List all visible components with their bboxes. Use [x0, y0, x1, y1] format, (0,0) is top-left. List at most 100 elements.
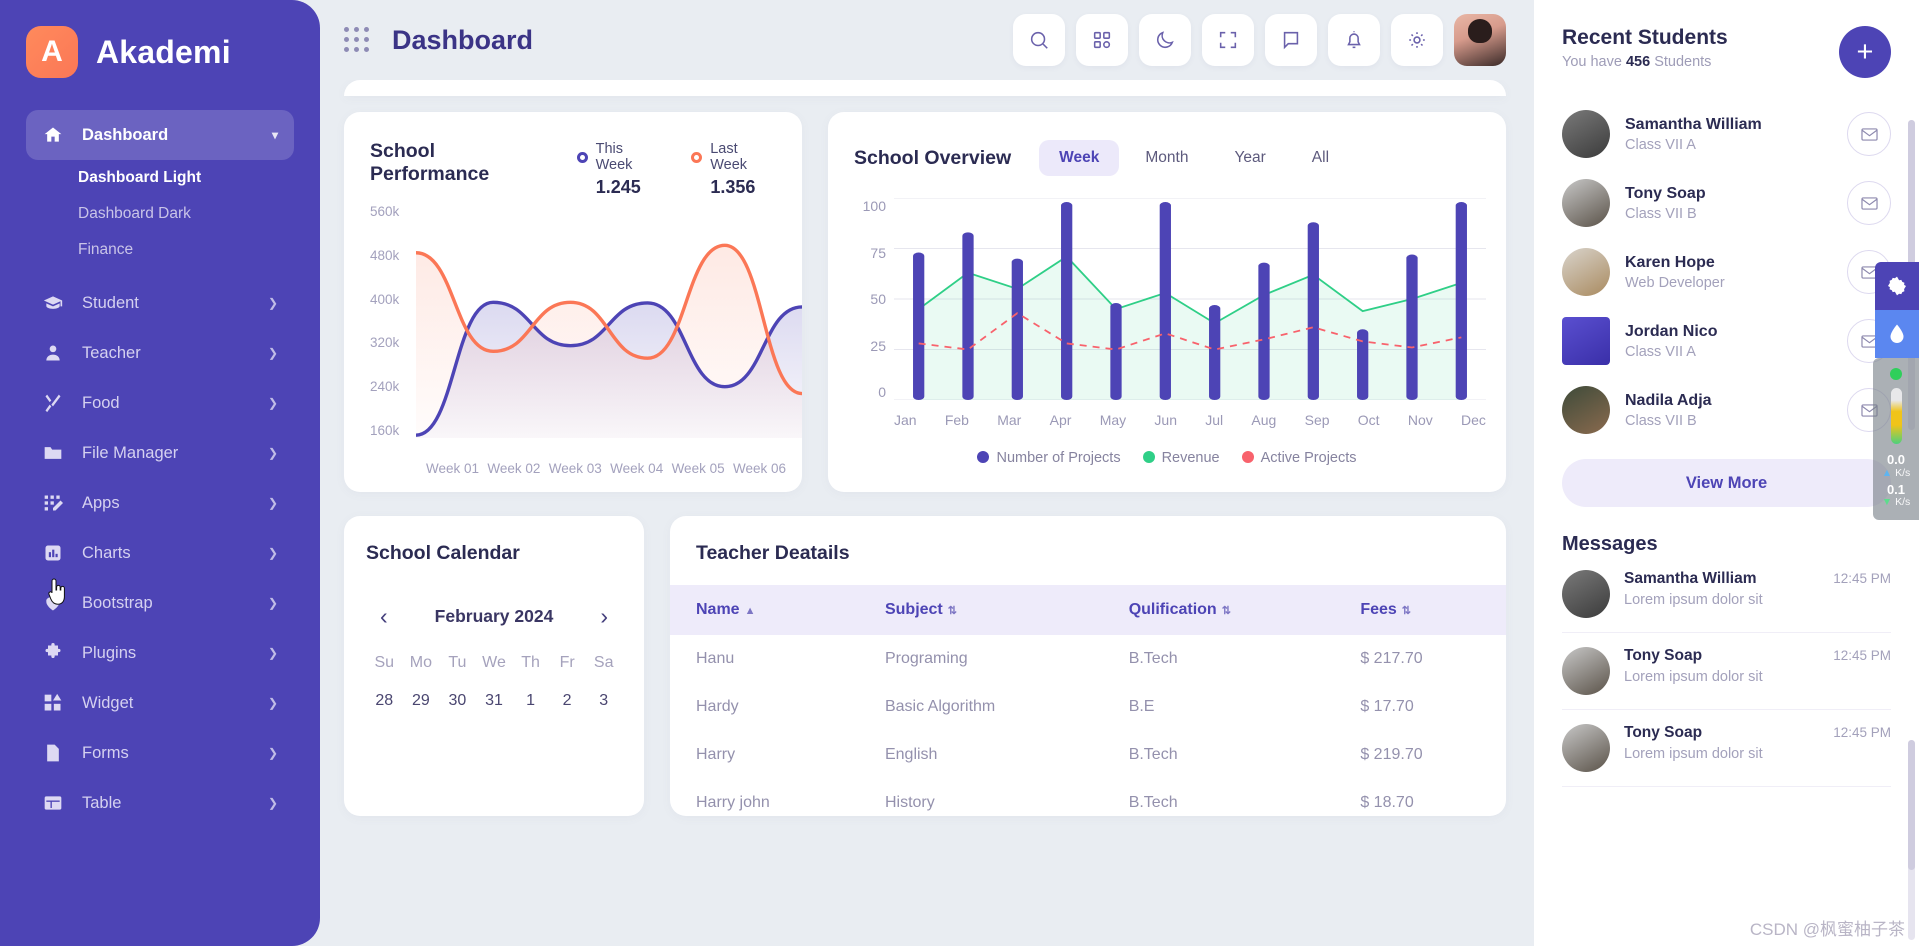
recent-students-header: Recent Students You have 456 Students + — [1562, 26, 1891, 78]
sidebar-item-charts[interactable]: Charts ❯ — [26, 528, 294, 578]
tab-all[interactable]: All — [1292, 140, 1349, 176]
add-student-button[interactable]: + — [1839, 26, 1891, 78]
message-body: Tony Soap 12:45 PM Lorem ipsum dolor sit — [1624, 724, 1891, 772]
x-tick: Week 03 — [548, 461, 602, 476]
column-header-subject[interactable]: Subject ⇅ — [859, 585, 1103, 635]
upload-unit: ▲ K/s — [1877, 467, 1915, 479]
calendar-day[interactable]: 3 — [585, 676, 622, 714]
messages-scrollbar[interactable] — [1908, 740, 1915, 940]
table-row[interactable]: Harry john History B.Tech $ 18.70 — [670, 779, 1506, 816]
sidebar-item-file-manager[interactable]: File Manager ❯ — [26, 428, 294, 478]
teacher-qualification: B.Tech — [1128, 746, 1178, 763]
page-title: Dashboard — [392, 24, 534, 55]
calendar-day[interactable]: 28 — [366, 676, 403, 714]
overview-x-axis: Jan Feb Mar Apr May Jun Jul Aug Sep Oct Nov Dec — [894, 412, 1486, 428]
gear-icon — [1888, 276, 1906, 296]
calendar-day[interactable]: 31 — [476, 676, 513, 714]
avatar — [1562, 386, 1610, 434]
y-tick: 400k — [370, 291, 400, 307]
network-monitor-widget[interactable]: 0.0 ▲ K/s 0.1 ▼ K/s — [1873, 358, 1919, 521]
sidebar-subitem-dashboard-dark[interactable]: Dashboard Dark — [0, 196, 320, 232]
sidebar-item-dashboard[interactable]: Dashboard ▾ — [26, 110, 294, 160]
student-class: Class VII A — [1625, 136, 1696, 153]
sidebar-item-food[interactable]: Food ❯ — [26, 378, 294, 428]
sidebar-subitem-finance[interactable]: Finance — [0, 232, 320, 268]
tab-month[interactable]: Month — [1125, 140, 1208, 176]
table-row[interactable]: Harry English B.Tech $ 219.70 — [670, 731, 1506, 779]
sidebar-subitem-dashboard-light[interactable]: Dashboard Light — [0, 160, 320, 196]
y-tick: 240k — [370, 379, 400, 395]
message-student-button[interactable] — [1847, 181, 1891, 225]
teacher-subject: History — [884, 794, 935, 811]
recent-students-subtitle: You have 456 Students — [1562, 54, 1728, 70]
message-time: 12:45 PM — [1833, 648, 1891, 663]
chevron-right-icon: ❯ — [267, 796, 278, 810]
sort-icon: ▲ — [744, 605, 756, 617]
search-button[interactable] — [1013, 14, 1065, 66]
notifications-button[interactable] — [1328, 14, 1380, 66]
list-item[interactable]: Samantha William Class VII A — [1562, 100, 1891, 169]
calendar-day[interactable]: 2 — [549, 676, 586, 714]
list-item[interactable]: Tony Soap Class VII B — [1562, 169, 1891, 238]
next-month-button[interactable]: › — [600, 605, 608, 628]
load-gauge-bar — [1890, 388, 1902, 444]
calendar-day[interactable]: 1 — [512, 676, 549, 714]
calendar-day[interactable]: 30 — [439, 676, 476, 714]
tab-year[interactable]: Year — [1214, 140, 1285, 176]
brand-logo-block[interactable]: A Akademi — [0, 0, 320, 104]
chevron-right-icon: ❯ — [267, 696, 278, 710]
settings-button[interactable] — [1391, 14, 1443, 66]
top-header: Dashboard — [320, 0, 1534, 80]
overview-plot — [894, 198, 1486, 400]
sidebar-item-teacher[interactable]: Teacher ❯ — [26, 328, 294, 378]
x-tick: Nov — [1407, 412, 1433, 428]
message-student-button[interactable] — [1847, 112, 1891, 156]
apps-grid-icon — [42, 492, 64, 514]
sidebar-item-apps[interactable]: Apps ❯ — [26, 478, 294, 528]
list-item[interactable]: Karen Hope Web Developer — [1562, 238, 1891, 307]
card-title: School Overview — [854, 146, 1012, 169]
user-avatar[interactable] — [1454, 14, 1506, 66]
chat-icon — [1283, 31, 1299, 50]
calendar-day[interactable]: 29 — [403, 676, 440, 714]
list-item[interactable]: Tony Soap 12:45 PM Lorem ipsum dolor sit — [1562, 710, 1891, 787]
theme-color-button[interactable] — [1875, 310, 1919, 358]
brand-name: Akademi — [96, 33, 231, 70]
legend-dot-icon — [1241, 451, 1254, 463]
column-header-fees[interactable]: Fees ⇅ — [1334, 585, 1506, 635]
table-row[interactable]: Hardy Basic Algorithm B.E $ 17.70 — [670, 683, 1506, 731]
theme-settings-button[interactable] — [1875, 262, 1919, 310]
table-row[interactable]: Hanu Programing B.Tech $ 217.70 — [670, 635, 1506, 683]
column-label: Fees — [1360, 601, 1397, 618]
avatar — [1562, 570, 1610, 618]
performance-header: School Performance This Week 1.245 Last … — [370, 140, 776, 198]
tab-week[interactable]: Week — [1039, 140, 1120, 176]
x-tick: Dec — [1461, 412, 1486, 428]
view-more-button[interactable]: View More — [1562, 459, 1891, 507]
y-tick: 100 — [862, 198, 886, 214]
grip-drag-icon[interactable] — [344, 27, 370, 53]
prev-month-button[interactable]: ‹ — [380, 605, 388, 628]
sidebar-item-student[interactable]: Student ❯ — [26, 278, 294, 328]
dark-mode-button[interactable] — [1139, 14, 1191, 66]
sidebar-item-forms[interactable]: Forms ❯ — [26, 728, 294, 778]
column-header-name[interactable]: Name ▲ — [670, 585, 859, 635]
sidebar-item-widget[interactable]: Widget ❯ — [26, 678, 294, 728]
fullscreen-button[interactable] — [1202, 14, 1254, 66]
sidebar-item-plugins[interactable]: Plugins ❯ — [26, 628, 294, 678]
card-title: Teacher Deatails — [696, 542, 850, 564]
sidebar: A Akademi Dashboard ▾ Dashboard Light Da… — [0, 0, 320, 946]
overview-y-axis: 100 75 50 25 0 — [850, 198, 886, 400]
list-item[interactable]: Samantha William 12:45 PM Lorem ipsum dolo… — [1562, 556, 1891, 633]
list-item[interactable]: Tony Soap 12:45 PM Lorem ipsum dolor sit — [1562, 633, 1891, 710]
sort-icon: ⇅ — [947, 605, 957, 617]
top-card-strip — [344, 80, 1506, 96]
student-class: Class VII B — [1625, 412, 1697, 429]
list-item[interactable]: Nadila Adja Class VII B — [1562, 376, 1891, 445]
student-name: Samantha William — [1625, 115, 1762, 133]
list-item[interactable]: Jordan Nico Class VII A — [1562, 307, 1891, 376]
apps-button[interactable] — [1076, 14, 1128, 66]
chat-button[interactable] — [1265, 14, 1317, 66]
column-header-qualification[interactable]: Qulification ⇅ — [1103, 585, 1335, 635]
sidebar-item-table[interactable]: Table ❯ — [26, 778, 294, 828]
